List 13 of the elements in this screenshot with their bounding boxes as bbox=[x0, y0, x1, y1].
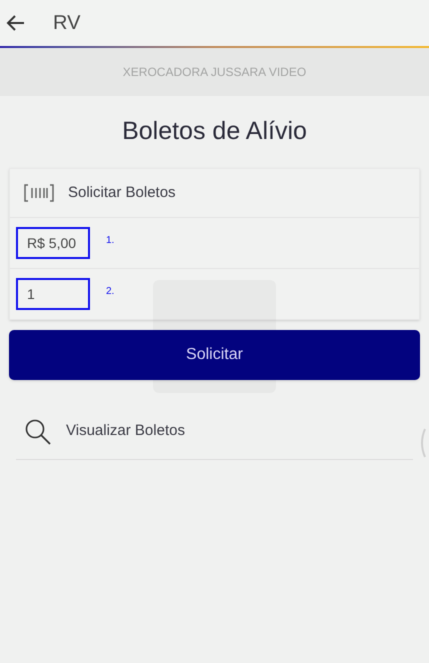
section-title: Solicitar Boletos bbox=[68, 182, 176, 203]
search-icon bbox=[24, 418, 52, 446]
input-field[interactable]: 1 bbox=[16, 278, 90, 310]
back-icon[interactable] bbox=[6, 13, 26, 33]
annotation-number: 2. bbox=[106, 284, 114, 298]
view-link[interactable]: Visualizar Boletos bbox=[66, 420, 185, 443]
submit-button[interactable]: Solicitar bbox=[9, 330, 420, 380]
page-title: Boletos de Alívio bbox=[122, 116, 307, 148]
input-field[interactable]: R$ 5,00 bbox=[16, 227, 90, 259]
app-bar-title: RV bbox=[53, 11, 80, 36]
annotation-number: 1. bbox=[106, 234, 114, 248]
barcode-icon bbox=[24, 184, 54, 202]
banner-text: XEROCADORA JUSSARA VIDEO bbox=[122, 64, 306, 81]
